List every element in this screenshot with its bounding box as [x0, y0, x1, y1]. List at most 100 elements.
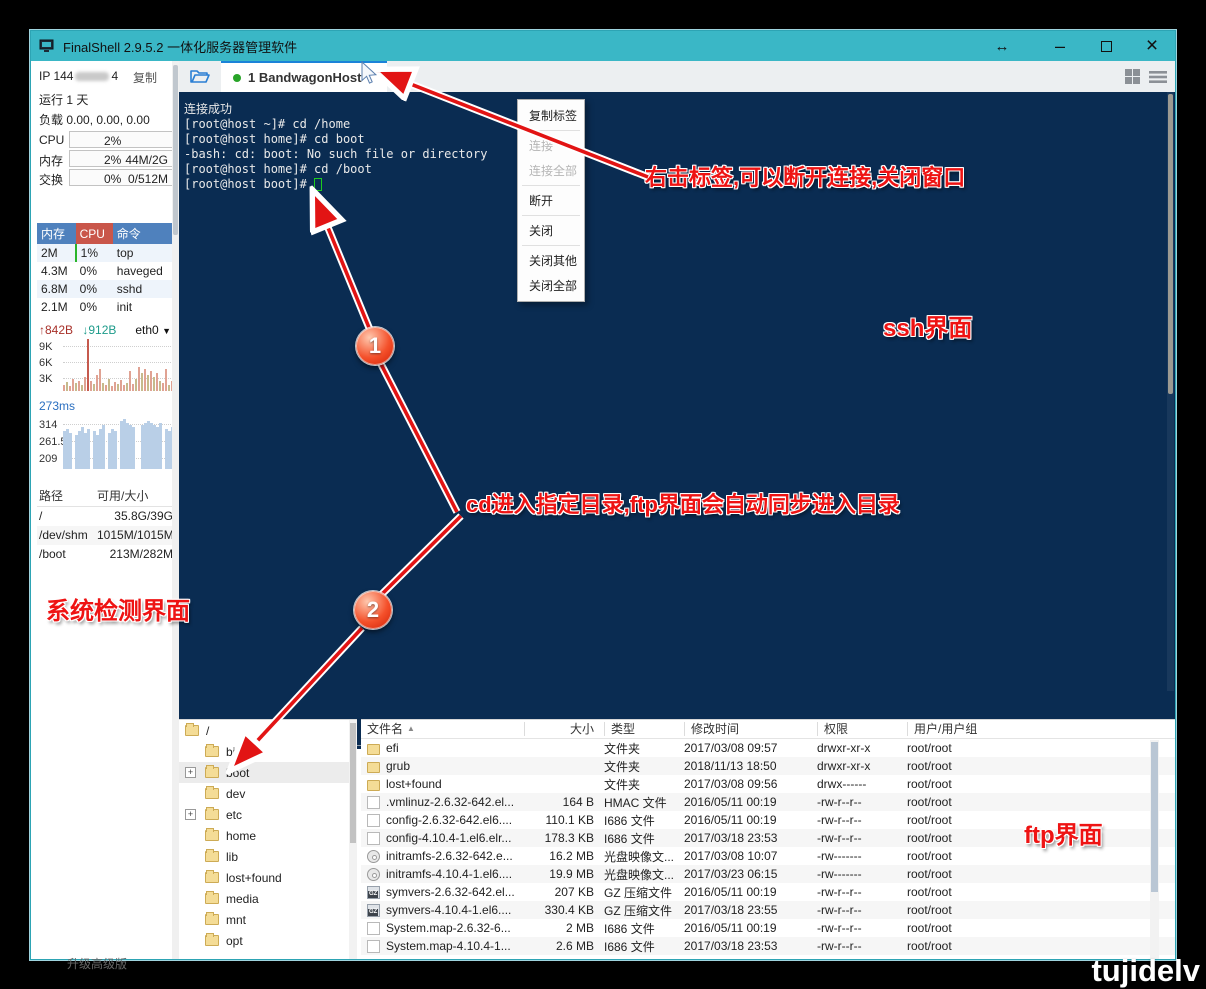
process-row[interactable]: 2M1%top [37, 244, 173, 262]
process-cell: 2M [37, 244, 76, 262]
file-row[interactable]: System.map-4.10.4-1...2.6 MBI686 文件2017/… [361, 937, 1175, 955]
menu-item-关闭全部[interactable]: 关闭全部 [518, 273, 584, 298]
file-owner: root/root [907, 903, 1017, 917]
menu-item-断开[interactable]: 断开 [518, 188, 584, 213]
expander-icon[interactable]: + [185, 809, 196, 820]
process-cell: haveged [113, 262, 173, 280]
file-modified: 2016/05/11 00:19 [684, 813, 817, 827]
layout-grid-icon[interactable] [1124, 68, 1141, 85]
process-cell: 0% [76, 262, 113, 280]
tree-item-lost+found[interactable]: lost+found [179, 867, 357, 888]
file-row[interactable]: efi文件夹2017/03/08 09:57drwxr-xr-xroot/roo… [361, 739, 1175, 757]
close-button[interactable]: × [1129, 31, 1175, 61]
folder-icon [205, 914, 219, 925]
folder-icon [205, 809, 219, 820]
file-row[interactable]: .vmlinuz-2.6.32-642.el...164 BHMAC 文件201… [361, 793, 1175, 811]
file-row[interactable]: symvers-4.10.4-1.el6....330.4 KBGZ 压缩文件2… [361, 901, 1175, 919]
menu-icon[interactable] [1149, 70, 1167, 84]
net-bar [126, 383, 128, 391]
file-permissions: -rw-r--r-- [817, 885, 907, 899]
tree-item-opt[interactable]: opt [179, 930, 357, 951]
file-owner: root/root [907, 885, 1017, 899]
file-row[interactable]: System.map-2.6.32-6...2 MBI686 文件2016/05… [361, 919, 1175, 937]
menu-item-关闭其他[interactable]: 关闭其他 [518, 248, 584, 273]
net-bar [99, 369, 101, 391]
expander-icon[interactable]: + [185, 767, 196, 778]
tree-item-media[interactable]: media [179, 888, 357, 909]
network-header: ↑842B ↓912B eth0 ▼ [39, 323, 171, 337]
table-scrollbar[interactable] [1150, 740, 1159, 959]
terminal-line: -bash: cd: boot: No such file or directo… [184, 147, 487, 162]
tree-item-home[interactable]: home [179, 825, 357, 846]
file-name-cell: grub [361, 759, 524, 773]
file-col-header[interactable]: 类型 [604, 722, 684, 736]
process-row[interactable]: 4.3M0%haveged [37, 262, 173, 280]
tree-item-dev[interactable]: dev [179, 783, 357, 804]
file-permissions: -rw-r--r-- [817, 921, 907, 935]
process-row[interactable]: 6.8M0%sshd [37, 280, 173, 298]
file-permissions: -rw------- [817, 849, 907, 863]
tree-label: media [226, 892, 259, 906]
ping-bar [132, 427, 135, 469]
menu-item-关闭[interactable]: 关闭 [518, 218, 584, 243]
menu-item-复制标签[interactable]: 复制标签 [518, 103, 584, 128]
minimize-button[interactable]: – [1037, 31, 1083, 61]
file-col-header[interactable]: 文件名▲ [361, 722, 524, 736]
disk-table[interactable]: 路径可用/大小/35.8G/39G/dev/shm1015M/1015M/boo… [37, 485, 175, 564]
disk-header-row: 路径可用/大小 [37, 485, 175, 507]
ip-suffix: 4 [111, 69, 118, 83]
file-col-header[interactable]: 大小 [524, 722, 604, 736]
file-type: 光盘映像文... [604, 866, 684, 883]
tree-item-root[interactable]: / [179, 720, 357, 741]
tree-item-boot[interactable]: +boot [179, 762, 357, 783]
tree-item-bin[interactable]: bin [179, 741, 357, 762]
file-modified: 2016/05/11 00:19 [684, 795, 817, 809]
net-bar [63, 385, 65, 391]
tree-scrollbar[interactable] [349, 720, 357, 959]
resize-icon[interactable]: ↔ [967, 31, 1037, 61]
tree-item-lib[interactable]: lib [179, 846, 357, 867]
file-row[interactable]: lost+found文件夹2017/03/08 09:56drwx------r… [361, 775, 1175, 793]
net-bar [141, 373, 143, 391]
menu-separator [522, 215, 580, 216]
file-name: grub [386, 759, 410, 773]
file-col-header[interactable]: 用户/用户组 [907, 722, 1017, 736]
file-col-header[interactable]: 权限 [817, 722, 907, 736]
gauge-label: 交换 [39, 171, 63, 188]
gauge-内存: 内存2%44M/2G [39, 150, 173, 167]
file-icon [367, 796, 380, 809]
copy-ip-link[interactable]: 复制 [133, 69, 157, 86]
disk-row[interactable]: /dev/shm1015M/1015M [37, 526, 175, 545]
process-cell: 0% [76, 298, 113, 316]
file-permissions: drwxr-xr-x [817, 759, 907, 773]
ping-bar [159, 423, 162, 469]
disk-row[interactable]: /boot213M/282M [37, 545, 175, 564]
maximize-button[interactable] [1083, 31, 1129, 61]
sidebar-scrollbar[interactable] [172, 61, 179, 959]
network-chart: 9K 6K 3K [37, 341, 175, 393]
file-col-header[interactable]: 修改时间 [684, 722, 817, 736]
title-bar: FinalShell 2.9.5.2 一体化服务器管理软件 ↔ – × [31, 31, 1175, 61]
file-owner: root/root [907, 813, 1017, 827]
process-table[interactable]: 内存CPU命令2M1%top4.3M0%haveged6.8M0%sshd2.1… [37, 223, 173, 316]
tree-item-mnt[interactable]: mnt [179, 909, 357, 930]
tree-item-etc[interactable]: +etc [179, 804, 357, 825]
terminal-scrollbar[interactable] [1167, 92, 1174, 691]
session-tab[interactable]: 1 BandwagonHost [221, 61, 387, 92]
file-row[interactable]: initramfs-4.10.4-1.el6....19.9 MB光盘映像文..… [361, 865, 1175, 883]
file-row[interactable]: symvers-2.6.32-642.el...207 KBGZ 压缩文件201… [361, 883, 1175, 901]
gauge-bar: 2%44M/2G [69, 150, 173, 167]
net-bar [114, 382, 116, 391]
disk-row[interactable]: /35.8G/39G [37, 507, 175, 526]
interface-dropdown[interactable]: eth0 ▼ [135, 323, 171, 337]
upgrade-link[interactable]: 升级高级版 [67, 955, 127, 972]
net-bar [84, 377, 86, 391]
folder-icon [185, 725, 199, 736]
remote-file-tree[interactable]: /bin+bootdev+etchomeliblost+found media mn… [179, 719, 357, 959]
file-owner: root/root [907, 795, 1017, 809]
process-row[interactable]: 2.1M0%init [37, 298, 173, 316]
net-bar [102, 383, 104, 391]
open-connection-button[interactable] [179, 61, 221, 92]
folder-icon [205, 830, 219, 841]
file-row[interactable]: grub文件夹2018/11/13 18:50drwxr-xr-xroot/ro… [361, 757, 1175, 775]
